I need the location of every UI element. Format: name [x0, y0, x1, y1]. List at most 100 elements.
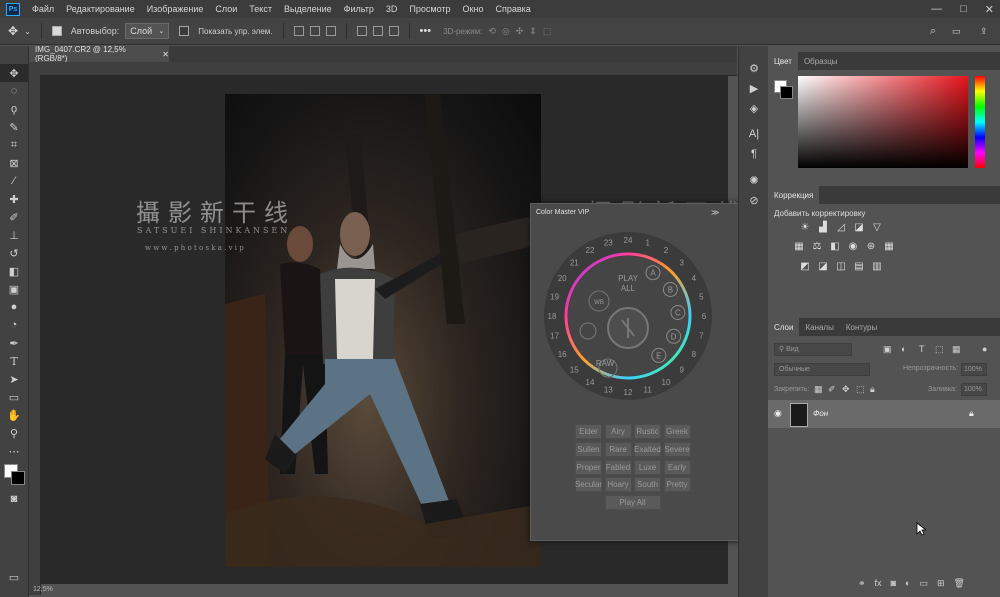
preset-button[interactable]: Hoary: [604, 477, 632, 493]
photo-filter-icon[interactable]: ◉: [846, 241, 860, 253]
align-top-icon[interactable]: [356, 26, 367, 36]
character-icon[interactable]: A|: [739, 124, 769, 144]
preset-button[interactable]: Early: [663, 459, 691, 475]
dial-number[interactable]: 23: [604, 239, 613, 248]
dial-number[interactable]: 18: [548, 312, 557, 321]
gradient-map-icon[interactable]: ▤: [852, 261, 866, 273]
dial-number[interactable]: 22: [586, 246, 595, 255]
filter-type-icon[interactable]: T: [919, 344, 925, 354]
raw-label[interactable]: RAW: [596, 359, 615, 368]
preset-button[interactable]: Rare: [604, 441, 632, 457]
fx-icon[interactable]: fx: [875, 578, 882, 589]
blur-tool-icon[interactable]: ●: [0, 298, 28, 316]
align-center-icon[interactable]: [309, 26, 320, 36]
3d-scale-icon[interactable]: ⬚: [543, 26, 552, 37]
menu-select[interactable]: Выделение: [278, 4, 338, 14]
crop-tool-icon[interactable]: ⌗: [0, 136, 28, 154]
more-options-button[interactable]: •••: [420, 25, 432, 37]
tab-swatches[interactable]: Образцы: [798, 52, 844, 70]
autoselect-checkbox[interactable]: [51, 26, 62, 36]
move-tool-icon[interactable]: ✥: [0, 64, 28, 82]
play-all-bottom[interactable]: ALL: [621, 284, 636, 293]
marquee-tool-icon[interactable]: ◌: [0, 82, 28, 100]
more-tools-icon[interactable]: ⋯: [0, 442, 28, 460]
preset-button[interactable]: Proper: [575, 459, 602, 475]
dial-number[interactable]: 21: [570, 258, 579, 267]
dodge-tool-icon[interactable]: ◔: [0, 316, 28, 334]
panel-menu-icon[interactable]: ≫: [711, 208, 719, 217]
minimize-button[interactable]: —: [931, 3, 942, 15]
hue-sat-icon[interactable]: ▦: [792, 241, 806, 253]
threshold-icon[interactable]: ◫: [834, 261, 848, 273]
filter-smart-icon[interactable]: ▦: [952, 344, 961, 355]
dial-number[interactable]: 5: [699, 292, 704, 301]
bw-icon[interactable]: ◧: [828, 241, 842, 253]
play-action-icon[interactable]: ▶: [739, 78, 769, 98]
show-transform-checkbox[interactable]: [179, 26, 190, 36]
3d-slide-icon[interactable]: ⇕: [529, 26, 537, 37]
channel-mixer-icon[interactable]: ⊛: [864, 241, 878, 253]
dial-number[interactable]: 15: [570, 366, 579, 375]
pen-tool-icon[interactable]: ✒: [0, 334, 28, 352]
preset-button[interactable]: Severe: [663, 441, 691, 457]
dial-number[interactable]: 10: [662, 378, 671, 387]
lock-transparent-icon[interactable]: ▦: [814, 384, 823, 395]
stamp-tool-icon[interactable]: ⊥: [0, 226, 28, 244]
document-photo[interactable]: [225, 94, 541, 567]
lock-artboard-icon[interactable]: ⬚: [856, 384, 865, 395]
menu-layers[interactable]: Слои: [209, 4, 243, 14]
filter-toggle-icon[interactable]: ●: [982, 344, 987, 354]
lock-move-icon[interactable]: ✥: [842, 384, 850, 395]
dial-number[interactable]: 14: [586, 378, 595, 387]
quick-mask-icon[interactable]: ◙: [0, 490, 28, 508]
filter-adjust-icon[interactable]: ◐: [901, 344, 906, 354]
frame-tool-icon[interactable]: ⊠: [0, 154, 28, 172]
levels-icon[interactable]: ▟: [816, 222, 830, 234]
new-adjustment-icon[interactable]: ◐: [905, 578, 910, 589]
preset-button[interactable]: Fabled: [604, 459, 632, 475]
lasso-tool-icon[interactable]: ϙ: [0, 100, 28, 118]
dial-number[interactable]: 24: [624, 236, 633, 245]
document-tab[interactable]: IMG_0407.CR2 @ 12,5% (RGB/8*) ✕: [29, 45, 169, 63]
preset-button[interactable]: Elder: [575, 424, 602, 439]
color-field[interactable]: [798, 76, 968, 168]
maximize-button[interactable]: □: [960, 3, 967, 15]
play-all-button[interactable]: Play All: [604, 495, 661, 510]
quick-select-tool-icon[interactable]: ✎: [0, 118, 28, 136]
filter-pixel-icon[interactable]: ▣: [883, 344, 892, 355]
color-master-active-icon[interactable]: ⊘: [739, 190, 769, 210]
menu-window[interactable]: Окно: [457, 4, 490, 14]
zoom-tool-icon[interactable]: ⚲: [0, 424, 28, 442]
preset-button[interactable]: Pretty: [663, 477, 691, 493]
3d-rotate-icon[interactable]: ⟲: [488, 26, 496, 37]
lock-paint-icon[interactable]: ✐: [828, 384, 836, 395]
preset-button[interactable]: South: [634, 477, 661, 493]
fill-input[interactable]: 100%: [961, 383, 987, 396]
dial-number[interactable]: 2: [664, 246, 669, 255]
background-color-icon[interactable]: [11, 471, 25, 485]
dial-number[interactable]: 20: [558, 274, 567, 283]
dial-number[interactable]: 7: [699, 332, 704, 341]
lock-all-icon[interactable]: 🔒︎: [870, 384, 875, 395]
path-select-tool-icon[interactable]: ➤: [0, 370, 28, 388]
3d-roll-icon[interactable]: ◎: [502, 26, 510, 37]
search-icon[interactable]: ⌕: [930, 25, 936, 38]
preset-button[interactable]: Luxe: [634, 459, 661, 475]
opacity-input[interactable]: 100%: [961, 363, 987, 376]
new-layer-icon[interactable]: ⊞: [937, 578, 945, 589]
close-tab-icon[interactable]: ✕: [162, 50, 169, 59]
color-balance-icon[interactable]: ⚖: [810, 241, 824, 253]
type-tool-icon[interactable]: T: [0, 352, 28, 370]
color-swatches[interactable]: [0, 460, 28, 490]
menu-image[interactable]: Изображение: [141, 4, 210, 14]
dial-number[interactable]: 6: [702, 312, 707, 321]
align-middle-icon[interactable]: [372, 26, 383, 36]
menu-3d[interactable]: 3D: [380, 4, 404, 14]
ruler-horizontal[interactable]: [29, 62, 737, 76]
zoom-status[interactable]: 12,5%: [33, 586, 53, 593]
preset-letter[interactable]: E: [656, 351, 661, 360]
brush-tool-icon[interactable]: ✐: [0, 208, 28, 226]
layer-lock-icon[interactable]: 🔒︎: [969, 408, 974, 419]
tab-layers[interactable]: Слои: [768, 318, 800, 336]
layer-row[interactable]: ◉ Фон 🔒︎: [768, 400, 1000, 428]
